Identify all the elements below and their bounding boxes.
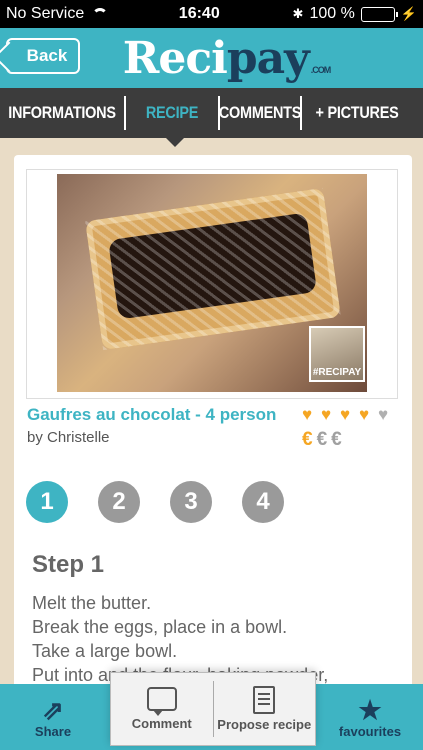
heart-icon: ♥	[378, 405, 389, 424]
euro-icon: €	[331, 429, 342, 450]
step-button-4[interactable]: 4	[242, 481, 284, 523]
price-level: € € €	[302, 429, 342, 451]
favourites-button[interactable]: ★ favourites	[328, 684, 412, 750]
recipe-author: by Christelle	[27, 429, 110, 446]
battery-label: 100 %	[309, 5, 355, 22]
recipe-card: #RECIPAY Gaufres au chocolat - 4 person …	[14, 155, 412, 750]
recipe-photo[interactable]: #RECIPAY	[57, 174, 367, 392]
waffle-image	[85, 187, 341, 351]
tab-informations[interactable]: INFORMATIONS	[8, 88, 116, 138]
tab-bar: INFORMATIONS RECIPE COMMENTS + PICTURES	[0, 88, 423, 138]
battery-icon	[360, 6, 398, 22]
comment-icon	[146, 687, 177, 716]
photo-frame: #RECIPAY	[26, 169, 398, 399]
instruction-line: Take a large bowl.	[32, 641, 178, 661]
status-bar: No Service 16:40 ✱ 100 % ⚡	[0, 0, 423, 28]
back-button[interactable]: Back	[6, 38, 80, 74]
step-button-2[interactable]: 2	[98, 481, 140, 523]
carrier-label: No Service	[6, 5, 85, 22]
rating-hearts: ♥ ♥ ♥ ♥ ♥	[302, 405, 394, 424]
tab-pictures[interactable]: + PICTURES	[310, 88, 404, 138]
tab-comments[interactable]: COMMENTS	[219, 88, 302, 138]
instruction-line: Melt the butter.	[32, 593, 152, 613]
app-header: Back Reci pay .COM	[0, 28, 423, 88]
step-heading: Step 1	[32, 551, 105, 578]
recipe-title: Gaufres au chocolat - 4 person	[27, 405, 277, 424]
tab-divider	[124, 96, 126, 130]
document-icon	[253, 686, 276, 714]
heart-icon: ♥	[302, 405, 313, 424]
tab-recipe[interactable]: RECIPE	[133, 88, 211, 138]
clock: 16:40	[178, 5, 220, 22]
propose-recipe-button[interactable]: Propose recipe	[214, 673, 316, 745]
wifi-icon	[92, 8, 109, 20]
action-popup: Comment Propose recipe	[110, 672, 316, 746]
euro-icon: €	[302, 429, 313, 450]
heart-icon: ♥	[359, 405, 370, 424]
charging-icon: ⚡	[400, 6, 417, 21]
user-photo-thumbnail[interactable]: #RECIPAY	[309, 326, 365, 382]
star-icon: ★	[358, 694, 382, 725]
step-selector: 1 2 3 4	[26, 481, 284, 523]
bluetooth-icon: ✱	[292, 6, 304, 21]
heart-icon: ♥	[340, 405, 351, 424]
heart-icon: ♥	[321, 405, 332, 424]
instruction-line: Break the eggs, place in a bowl.	[32, 617, 288, 637]
app-logo: Reci pay .COM	[122, 32, 331, 84]
active-tab-pointer	[166, 138, 184, 147]
comment-button[interactable]: Comment	[111, 673, 213, 745]
step-button-1[interactable]: 1	[26, 481, 68, 523]
share-button[interactable]: ⇗ Share	[20, 684, 86, 750]
euro-icon: €	[316, 429, 328, 450]
share-icon: ⇗	[42, 694, 64, 725]
step-button-3[interactable]: 3	[170, 481, 212, 523]
